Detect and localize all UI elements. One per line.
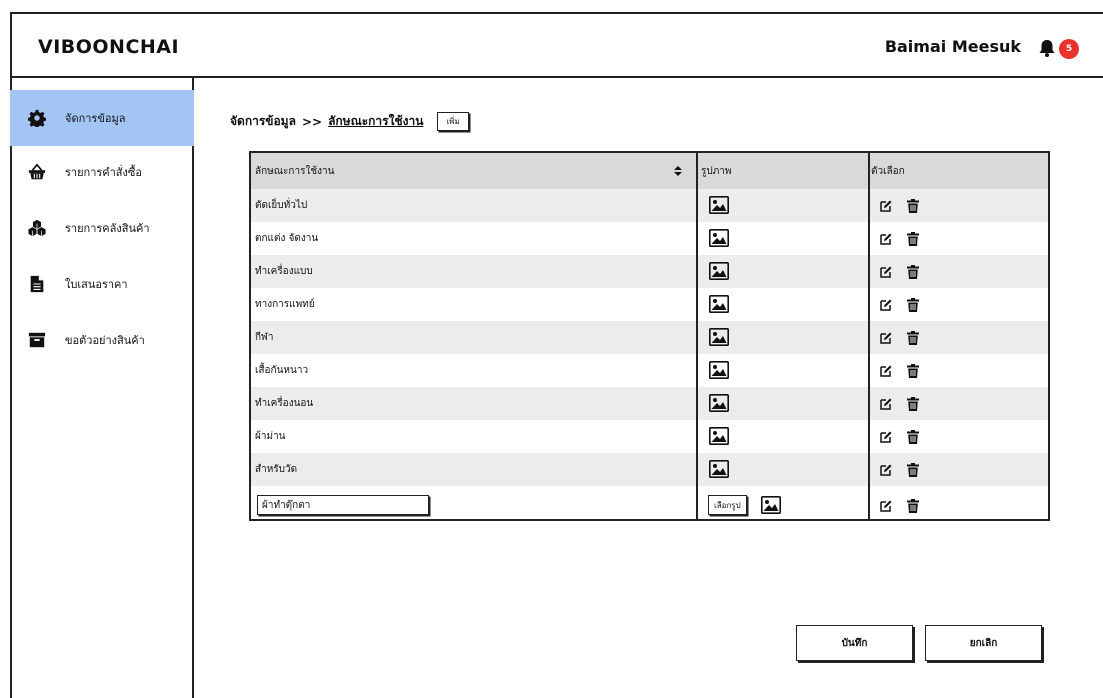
edit-icon[interactable]	[879, 331, 893, 345]
table-row: ตกแต่ง จัดงาน	[251, 222, 1048, 255]
column-divider	[868, 153, 870, 519]
image-icon[interactable]	[709, 427, 729, 445]
notification-badge[interactable]: 5	[1059, 39, 1079, 59]
column-header-name[interactable]: ลักษณะการใช้งาน	[255, 153, 334, 189]
archive-icon	[28, 332, 46, 348]
top-bar: VIBOONCHAI Baimai Meesuk 5	[10, 14, 1103, 78]
image-icon[interactable]	[709, 361, 729, 379]
sidebar-item-sample-request[interactable]: ขอตัวอย่างสินค้า	[10, 312, 194, 368]
edit-icon[interactable]	[879, 397, 893, 411]
table-row: ทางการแพทย์	[251, 288, 1048, 321]
table-header: ลักษณะการใช้งาน รูปภาพ ตัวเลือก	[251, 153, 1048, 189]
sidebar-item-label: รายการคำสั่งซื้อ	[65, 166, 142, 179]
image-icon[interactable]	[761, 496, 781, 514]
table-row: ตัดเย็บทั่วไป	[251, 189, 1048, 222]
boxes-icon	[28, 219, 46, 237]
trash-icon[interactable]	[907, 364, 919, 378]
row-name: ทำเครื่องนอน	[255, 398, 314, 409]
trash-icon[interactable]	[907, 331, 919, 345]
basket-icon	[28, 163, 46, 180]
trash-icon[interactable]	[907, 265, 919, 279]
table-row: ทำเครื่องนอน	[251, 387, 1048, 420]
image-icon[interactable]	[709, 229, 729, 247]
trash-icon[interactable]	[907, 499, 919, 513]
edit-icon[interactable]	[879, 364, 893, 378]
edit-icon[interactable]	[879, 232, 893, 246]
trash-icon[interactable]	[907, 430, 919, 444]
table-row: สำหรับวัด	[251, 453, 1048, 486]
sidebar-item-data-management[interactable]: จัดการข้อมูล	[10, 90, 194, 146]
breadcrumb: จัดการข้อมูล >> ลักษณะการใช้งาน เพิ่ม	[230, 112, 469, 131]
trash-icon[interactable]	[907, 232, 919, 246]
row-name: กีฬา	[255, 332, 274, 343]
sidebar-item-label: ใบเสนอราคา	[65, 278, 128, 291]
breadcrumb-current[interactable]: ลักษณะการใช้งาน	[328, 112, 423, 131]
gear-icon	[28, 109, 46, 127]
edit-icon[interactable]	[879, 199, 893, 213]
usage-name-input[interactable]: ผ้าทำตุ๊กตา	[257, 495, 429, 515]
image-icon[interactable]	[709, 328, 729, 346]
image-icon[interactable]	[709, 196, 729, 214]
image-icon[interactable]	[709, 460, 729, 478]
usage-table: ลักษณะการใช้งาน รูปภาพ ตัวเลือก ตัดเย็บท…	[249, 151, 1050, 521]
table-row: กีฬา	[251, 321, 1048, 354]
column-header-image: รูปภาพ	[701, 165, 732, 177]
sidebar-item-label: ขอตัวอย่างสินค้า	[65, 334, 145, 347]
trash-icon[interactable]	[907, 199, 919, 213]
sidebar-item-orders[interactable]: รายการคำสั่งซื้อ	[10, 144, 194, 200]
trash-icon[interactable]	[907, 397, 919, 411]
row-name: ผ้าม่าน	[255, 431, 286, 442]
image-icon[interactable]	[709, 394, 729, 412]
row-name: ทำเครื่องแบบ	[255, 266, 313, 277]
edit-icon[interactable]	[879, 430, 893, 444]
breadcrumb-root[interactable]: จัดการข้อมูล	[230, 112, 296, 131]
table-row: ทำเครื่องแบบ	[251, 255, 1048, 288]
add-button[interactable]: เพิ่ม	[437, 112, 469, 131]
save-button[interactable]: บันทึก	[796, 625, 913, 661]
edit-icon[interactable]	[879, 265, 893, 279]
table-row-new: ผ้าทำตุ๊กตา เลือกรูป	[251, 489, 1048, 522]
column-header-options: ตัวเลือก	[871, 165, 905, 177]
row-name: เสื้อกันหนาว	[255, 365, 309, 376]
choose-image-button[interactable]: เลือกรูป	[708, 495, 747, 515]
user-name[interactable]: Baimai Meesuk	[885, 37, 1021, 56]
row-name: ตัดเย็บทั่วไป	[255, 200, 308, 211]
app-logo: VIBOONCHAI	[38, 36, 180, 58]
sort-icon[interactable]	[674, 166, 682, 176]
column-divider	[696, 153, 698, 519]
edit-icon[interactable]	[879, 298, 893, 312]
edit-icon[interactable]	[879, 463, 893, 477]
edit-icon[interactable]	[879, 499, 893, 513]
bell-icon[interactable]	[1037, 38, 1057, 58]
sidebar-item-label: รายการคลังสินค้า	[65, 222, 150, 235]
breadcrumb-separator: >>	[301, 114, 323, 129]
row-name: สำหรับวัด	[255, 464, 298, 475]
sidebar-item-inventory[interactable]: รายการคลังสินค้า	[10, 200, 194, 256]
table-row: เสื้อกันหนาว	[251, 354, 1048, 387]
trash-icon[interactable]	[907, 298, 919, 312]
document-icon	[30, 275, 44, 293]
cancel-button[interactable]: ยกเลิก	[925, 625, 1042, 661]
image-icon[interactable]	[709, 295, 729, 313]
sidebar-item-label: จัดการข้อมูล	[65, 112, 126, 125]
row-name: ตกแต่ง จัดงาน	[255, 233, 319, 244]
sidebar-item-quotations[interactable]: ใบเสนอราคา	[10, 256, 194, 312]
row-name: ทางการแพทย์	[255, 299, 315, 310]
trash-icon[interactable]	[907, 463, 919, 477]
image-icon[interactable]	[709, 262, 729, 280]
table-row: ผ้าม่าน	[251, 420, 1048, 453]
sidebar: จัดการข้อมูล รายการคำสั่งซื้อ รายการคลัง…	[10, 78, 194, 698]
